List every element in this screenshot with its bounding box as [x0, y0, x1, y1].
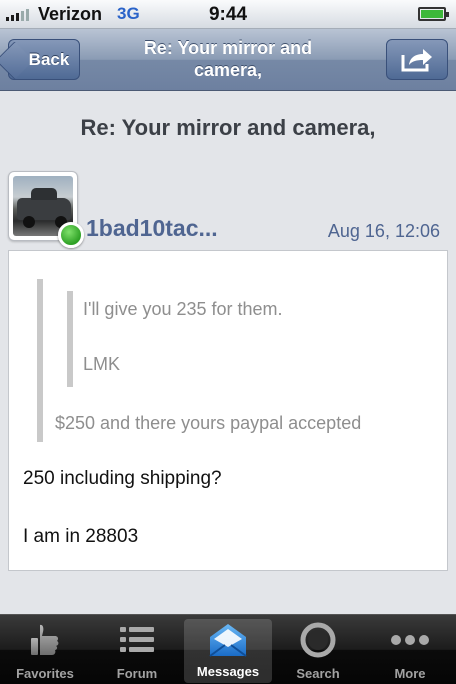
tab-label: Search	[296, 666, 340, 681]
inner-quote-line: LMK	[83, 354, 121, 374]
tab-messages[interactable]: Messages	[184, 619, 272, 683]
outer-quote: I'll give you 235 for them. LMK $250 and…	[37, 279, 437, 442]
tab-label: Messages	[196, 664, 260, 679]
share-button[interactable]	[386, 39, 448, 80]
tab-more[interactable]: More	[366, 615, 454, 684]
online-status-icon	[58, 222, 84, 248]
tab-label: More	[394, 666, 426, 681]
outer-quote-text: $250 and there yours paypal accepted	[55, 413, 362, 433]
clock: 9:44	[208, 4, 248, 25]
author-name[interactable]: 1bad10tac...	[86, 215, 218, 242]
more-dots-icon	[391, 635, 429, 645]
battery-icon	[418, 7, 449, 21]
navigation-bar: Back Re: Your mirror and camera,	[0, 29, 456, 91]
list-icon	[120, 627, 154, 652]
back-button-label: Back	[28, 49, 70, 69]
tab-label: Forum	[116, 666, 158, 681]
post-text-line: 250 including shipping?	[23, 468, 222, 489]
post-date: Aug 16, 12:06	[327, 221, 440, 241]
thread-title: Re: Your mirror and camera,	[80, 115, 376, 140]
status-bar: Verizon 3G 9:44	[0, 0, 456, 29]
inner-quote-line: I'll give you 235 for them.	[83, 299, 283, 319]
nav-title: Re: Your mirror and camera,	[143, 38, 313, 80]
tab-favorites[interactable]: Favorites	[1, 615, 89, 684]
tab-bar: Favorites Forum Messages Search More	[0, 614, 456, 684]
inner-quote: I'll give you 235 for them. LMK	[67, 291, 367, 387]
post-text-line: I am in 28803	[23, 526, 139, 547]
back-button[interactable]: Back	[0, 39, 80, 80]
thumbs-up-icon	[31, 624, 59, 655]
share-icon	[401, 48, 432, 71]
magnifier-icon	[300, 622, 336, 658]
tab-forum[interactable]: Forum	[93, 615, 181, 684]
envelope-icon	[209, 624, 247, 657]
tab-search[interactable]: Search	[274, 615, 362, 684]
post-body: I'll give you 235 for them. LMK $250 and…	[8, 250, 448, 571]
tab-label: Favorites	[16, 666, 74, 681]
